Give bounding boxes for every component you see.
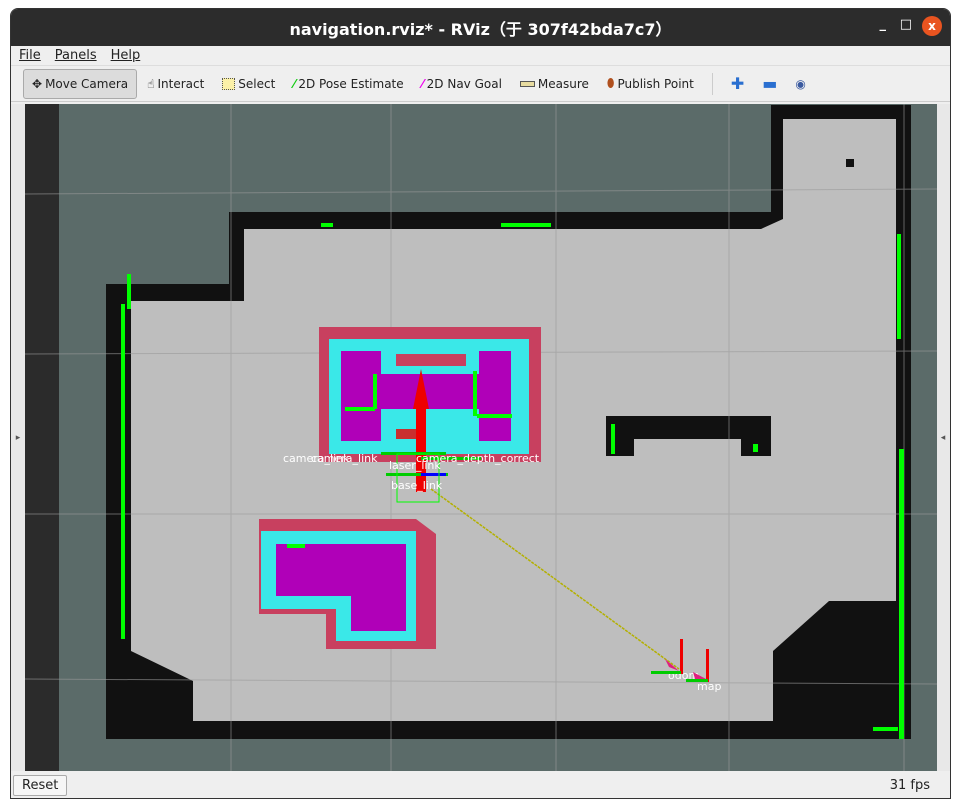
title-bar: navigation.rviz* - RViz（于 307f42bda7c7） … — [11, 9, 950, 46]
hand-icon: ☝ — [147, 76, 155, 91]
chevron-right-icon: ▸ — [15, 432, 21, 443]
remove-tool-button[interactable]: ▬ — [754, 69, 785, 99]
reset-button[interactable]: Reset — [13, 774, 68, 796]
tool-label: Measure — [537, 76, 589, 91]
tool-bar: ✥ Move Camera ☝ Interact Select ⁄ 2D Pose E… — [11, 66, 950, 102]
map-canvas[interactable]: camera_link camera_link camera_depth_cor… — [25, 104, 937, 771]
status-bar: Reset 31 fps — [11, 771, 950, 798]
occupied-cell — [846, 159, 854, 167]
background-strip — [25, 104, 59, 771]
tool-label: Select — [238, 76, 276, 91]
add-tool-button[interactable]: ✚ — [723, 69, 752, 99]
views-button[interactable]: ◉ — [787, 69, 813, 99]
costmap-obstacle-1 — [319, 327, 541, 462]
measure-button[interactable]: Measure — [512, 69, 597, 99]
frame-label-camera-2: camera_link — [311, 452, 378, 465]
maximize-button[interactable]: □ — [900, 17, 912, 32]
window-title: navigation.rviz* - RViz（于 307f42bda7c7） — [289, 19, 672, 39]
frame-label-base: base_link — [391, 479, 443, 492]
rviz-window: navigation.rviz* - RViz（于 307f42bda7c7） … — [10, 8, 951, 799]
menu-help[interactable]: Help — [111, 48, 141, 63]
interact-button[interactable]: ☝ Interact — [139, 69, 212, 99]
magenta-arrow-icon: ⁄ — [421, 76, 424, 91]
tool-label: Interact — [157, 76, 205, 91]
right-panel-toggle[interactable]: ◂ — [936, 104, 950, 771]
tool-label: 2D Nav Goal — [426, 76, 502, 91]
nav-goal-button[interactable]: ⁄ 2D Nav Goal — [414, 69, 510, 99]
map-pin-icon: ⬮ — [606, 76, 615, 90]
minus-icon: ▬ — [762, 74, 778, 93]
free-space-inner — [634, 439, 741, 459]
toolbar-separator — [711, 72, 713, 95]
eye-icon: ◉ — [795, 76, 806, 91]
frame-label-laser: laser_link — [389, 459, 441, 472]
close-button[interactable]: x — [922, 16, 942, 36]
menu-file[interactable]: File — [19, 48, 41, 63]
move-camera-button[interactable]: ✥ Move Camera — [23, 68, 138, 99]
left-panel-toggle[interactable]: ▸ — [11, 104, 25, 771]
select-icon — [222, 77, 236, 90]
chevron-left-icon: ◂ — [940, 432, 946, 443]
tool-label: Move Camera — [45, 76, 129, 91]
tool-label: Publish Point — [617, 76, 694, 91]
pose-estimate-button[interactable]: ⁄ 2D Pose Estimate — [285, 69, 411, 99]
plus-icon: ✚ — [730, 74, 745, 93]
ruler-icon — [519, 80, 535, 87]
publish-point-button[interactable]: ⬮ Publish Point — [599, 69, 702, 99]
tool-label: 2D Pose Estimate — [298, 76, 404, 91]
3d-view[interactable]: ▸ ◂ camera_link camera_link camera_depth… — [11, 104, 950, 771]
minimize-button[interactable]: _ — [880, 17, 887, 32]
menu-bar: File Panels Help — [11, 46, 950, 66]
fps-readout: 31 fps — [889, 777, 930, 793]
select-button[interactable]: Select — [214, 69, 283, 99]
menu-panels[interactable]: Panels — [55, 48, 97, 63]
move-camera-icon: ✥ — [32, 76, 43, 91]
green-arrow-icon: ⁄ — [293, 76, 296, 91]
